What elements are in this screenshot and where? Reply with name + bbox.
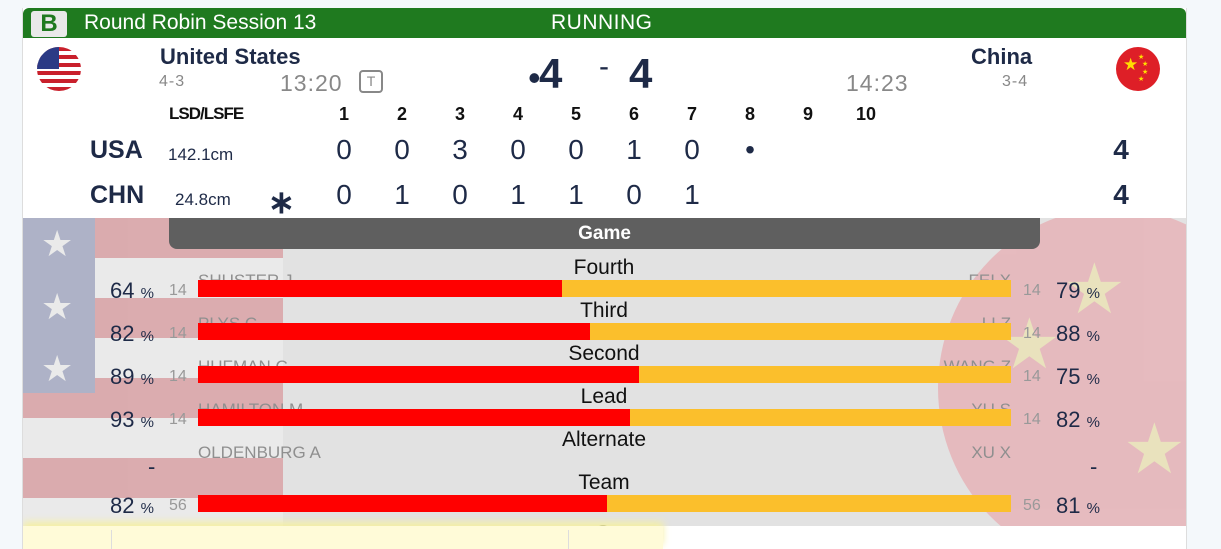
china-end-7-score: 1 (684, 179, 700, 210)
percentage-bar (198, 280, 1011, 297)
usa-lsd: 142.1cm (168, 145, 234, 164)
china-shot-count: 14 (1023, 368, 1041, 385)
usa-end-7-score: 0 (684, 134, 700, 165)
usa-end-6-score: 1 (626, 134, 642, 165)
china-score: 4 (629, 50, 653, 97)
lsd-column-header: LSD/LSFE (169, 104, 244, 123)
china-lsd: 24.8cm (175, 190, 231, 209)
china-flag-icon: ★ ★ ★ ★ ★ (1116, 47, 1160, 91)
usa-clock: 13:20 (280, 70, 343, 96)
header-bar: B Round Robin Session 13 RUNNING (23, 8, 1186, 38)
usa-shot-count: 14 (169, 325, 187, 342)
percentage-bar (198, 495, 1011, 512)
end-header-9: 9 (802, 104, 813, 124)
china-team-name: China (971, 44, 1033, 69)
session-title: Round Robin Session 13 (84, 11, 317, 34)
china-shot-count: 14 (1023, 282, 1041, 299)
end-header-6: 6 (628, 104, 639, 124)
score-separator: - (599, 50, 609, 83)
usa-percentage-fill (198, 366, 640, 383)
china-percentage: 82 % (1056, 407, 1100, 432)
usa-shot-count: 14 (169, 411, 187, 428)
china-percentage: 79 % (1056, 278, 1100, 303)
usa-flag-icon (37, 47, 81, 91)
lsd-marker: ∗ (268, 184, 295, 220)
china-shot-count: 14 (1023, 411, 1041, 428)
usa-score: 4 (539, 50, 563, 97)
usa-shot-count: 56 (169, 497, 187, 514)
usa-shot-count: 14 (169, 368, 187, 385)
china-end-3-score: 0 (452, 179, 468, 210)
end-header-8: 8 (744, 104, 755, 124)
china-end-6-score: 0 (626, 179, 642, 210)
china-percentage: 81 % (1056, 493, 1100, 518)
end-header-10: 10 (855, 104, 877, 124)
china-total: 4 (1113, 179, 1129, 210)
position-label: Lead (580, 385, 628, 408)
game-status: RUNNING (551, 11, 653, 34)
percentage-bar (198, 366, 1011, 383)
china-percentage: 75 % (1056, 364, 1100, 389)
china-end-5-score: 1 (568, 179, 584, 210)
usa-percentage-fill (198, 280, 563, 297)
position-label: Team (578, 471, 630, 494)
position-label: Fourth (573, 256, 635, 279)
usa-percentage: 82 % (110, 321, 154, 346)
position-label: Alternate (561, 428, 647, 451)
china-percentage: - (1090, 454, 1098, 479)
usa-record: 4-3 (159, 73, 186, 90)
end-header-5: 5 (570, 104, 581, 124)
china-end-2-score: 1 (394, 179, 410, 210)
usa-end-8-score: • (745, 134, 755, 165)
tab-game[interactable]: Game (169, 218, 1040, 249)
usa-percentage-fill (198, 409, 630, 426)
usa-abbr: USA (90, 136, 143, 164)
china-clock: 14:23 (846, 70, 909, 96)
timeout-badge: T (359, 70, 383, 93)
end-header-2: 2 (396, 104, 407, 124)
position-label: Third (580, 299, 628, 322)
usa-end-4-score: 0 (510, 134, 526, 165)
usa-shot-count: 14 (169, 282, 187, 299)
usa-percentage: 93 % (110, 407, 154, 432)
usa-player-name: OLDENBURG A (198, 443, 321, 462)
end-header-3: 3 (454, 104, 465, 124)
end-header-7: 7 (686, 104, 697, 124)
usa-team-name: United States (160, 44, 301, 69)
bottom-strip (23, 526, 1186, 549)
usa-total: 4 (1113, 134, 1129, 165)
china-player-name: XU X (971, 443, 1011, 462)
usa-end-2-score: 0 (394, 134, 410, 165)
usa-percentage: 89 % (110, 364, 154, 389)
scoreboard-card: B Round Robin Session 13 RUNNING United … (22, 8, 1187, 549)
usa-end-3-score: 3 (452, 134, 468, 165)
china-record: 3-4 (1002, 73, 1029, 90)
position-label: Second (568, 342, 640, 365)
china-end-4-score: 1 (510, 179, 526, 210)
usa-percentage-fill (198, 495, 607, 512)
sheet-badge: B (31, 11, 67, 37)
player-stats-panel: ★ ★ ★ ★ ★ ★ Game FourthSHUSTER JFEI X64 … (23, 218, 1186, 549)
china-end-1-score: 0 (336, 179, 352, 210)
usa-percentage: 82 % (110, 493, 154, 518)
usa-percentage-fill (198, 323, 590, 340)
percentage-bar (198, 409, 1011, 426)
usa-percentage: - (148, 454, 156, 479)
usa-end-5-score: 0 (568, 134, 584, 165)
usa-end-1-score: 0 (336, 134, 352, 165)
end-header-1: 1 (338, 104, 349, 124)
china-abbr: CHN (90, 181, 145, 209)
percentage-bar (198, 323, 1011, 340)
china-shot-count: 56 (1023, 497, 1041, 514)
china-shot-count: 14 (1023, 325, 1041, 342)
end-header-4: 4 (512, 104, 523, 124)
china-percentage: 88 % (1056, 321, 1100, 346)
usa-percentage: 64 % (110, 278, 154, 303)
